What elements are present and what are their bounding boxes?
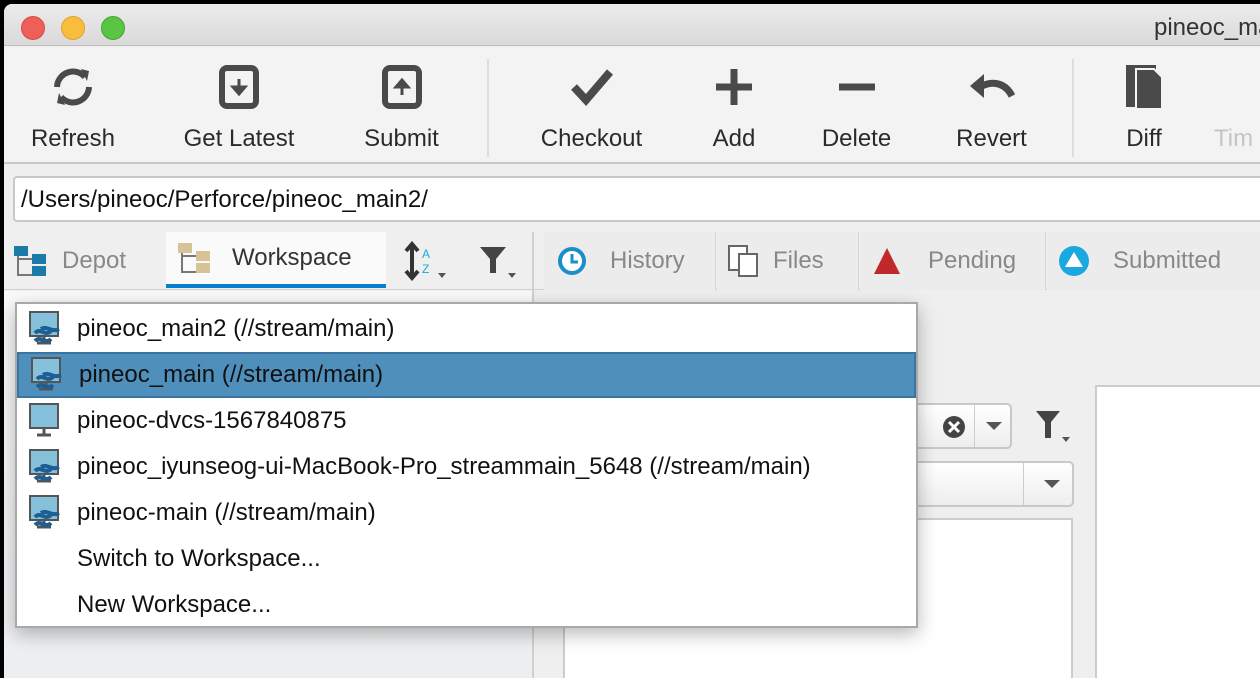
close-button[interactable]	[21, 16, 45, 40]
workspace-monitor-icon	[29, 403, 65, 439]
tab-history[interactable]: History	[544, 232, 716, 290]
tab-row: Depot Workspace AZ History Files Pending…	[4, 232, 1260, 290]
zoom-button[interactable]	[101, 16, 125, 40]
title-bar: pineoc_main2	[4, 4, 1260, 46]
toolbar: Refresh Get Latest Submit Checkout Add D…	[4, 47, 1260, 164]
diff-icon	[1109, 47, 1179, 127]
stream-workspace-icon	[31, 357, 67, 393]
filter-icon	[480, 247, 516, 278]
revert-icon	[944, 47, 1039, 127]
revert-button[interactable]: Revert	[944, 47, 1039, 164]
chevron-down-icon[interactable]	[1044, 480, 1060, 490]
path-field[interactable]: /Users/pineoc/Perforce/pineoc_main2/	[13, 176, 1260, 222]
get-latest-icon	[169, 47, 309, 127]
minus-icon	[809, 47, 904, 127]
diff-button[interactable]: Diff	[1109, 47, 1179, 164]
chevron-down-icon[interactable]	[986, 422, 1002, 432]
filter-combo[interactable]	[904, 403, 1012, 449]
filter-button[interactable]	[478, 232, 524, 290]
toolbar-separator	[487, 59, 489, 157]
detail-pane	[1095, 385, 1260, 678]
workspace-dropdown-menu: pineoc_main2 (//stream/main) pineoc_main …	[15, 302, 918, 628]
stream-workspace-icon	[29, 495, 65, 531]
submit-icon	[349, 47, 454, 127]
clear-icon[interactable]	[942, 415, 966, 439]
switch-workspace-menu-item[interactable]: Switch to Workspace...	[17, 536, 916, 582]
checkout-button[interactable]: Checkout	[529, 47, 654, 164]
refresh-icon	[18, 47, 128, 127]
workspace-icon	[178, 243, 210, 273]
files-icon	[728, 245, 758, 277]
new-workspace-menu-item[interactable]: New Workspace...	[17, 582, 916, 628]
svg-text:Z: Z	[422, 262, 429, 276]
minimize-button[interactable]	[61, 16, 85, 40]
workspace-menu-item[interactable]: pineoc_main (//stream/main)	[17, 352, 916, 398]
sort-az-icon: AZ	[404, 241, 446, 281]
timelapse-button[interactable]: Tim	[1214, 47, 1260, 164]
stream-workspace-icon	[29, 311, 65, 347]
tab-workspace[interactable]: Workspace	[166, 232, 386, 288]
stream-workspace-icon	[29, 449, 65, 485]
app-window: pineoc_main2 Refresh Get Latest Submit C…	[4, 4, 1260, 678]
tab-files[interactable]: Files	[717, 232, 859, 290]
tab-depot[interactable]: Depot	[12, 232, 162, 290]
workspace-menu-item[interactable]: pineoc_iyunseog-ui-MacBook-Pro_streammai…	[17, 444, 916, 490]
workspace-combo[interactable]	[904, 461, 1074, 507]
delete-button[interactable]: Delete	[809, 47, 904, 164]
svg-text:A: A	[422, 247, 430, 261]
workspace-menu-item[interactable]: pineoc-main (//stream/main)	[17, 490, 916, 536]
tab-pending[interactable]: Pending	[860, 232, 1046, 290]
checkmark-icon	[529, 47, 654, 127]
toolbar-separator	[1072, 59, 1074, 157]
add-button[interactable]: Add	[694, 47, 774, 164]
plus-icon	[694, 47, 774, 127]
window-title: pineoc_main2	[1154, 14, 1260, 41]
sort-button[interactable]: AZ	[402, 232, 458, 290]
refresh-button[interactable]: Refresh	[18, 47, 128, 164]
depot-icon	[14, 246, 46, 276]
filter-icon[interactable]	[1034, 407, 1074, 447]
get-latest-button[interactable]: Get Latest	[169, 47, 309, 164]
tab-submitted[interactable]: Submitted	[1047, 232, 1260, 290]
workspace-menu-item[interactable]: pineoc-dvcs-1567840875	[17, 398, 916, 444]
workspace-menu-item[interactable]: pineoc_main2 (//stream/main)	[17, 306, 916, 352]
submit-button[interactable]: Submit	[349, 47, 454, 164]
pending-triangle-icon	[874, 248, 900, 274]
clock-icon	[558, 247, 586, 275]
submitted-icon	[1059, 246, 1089, 276]
